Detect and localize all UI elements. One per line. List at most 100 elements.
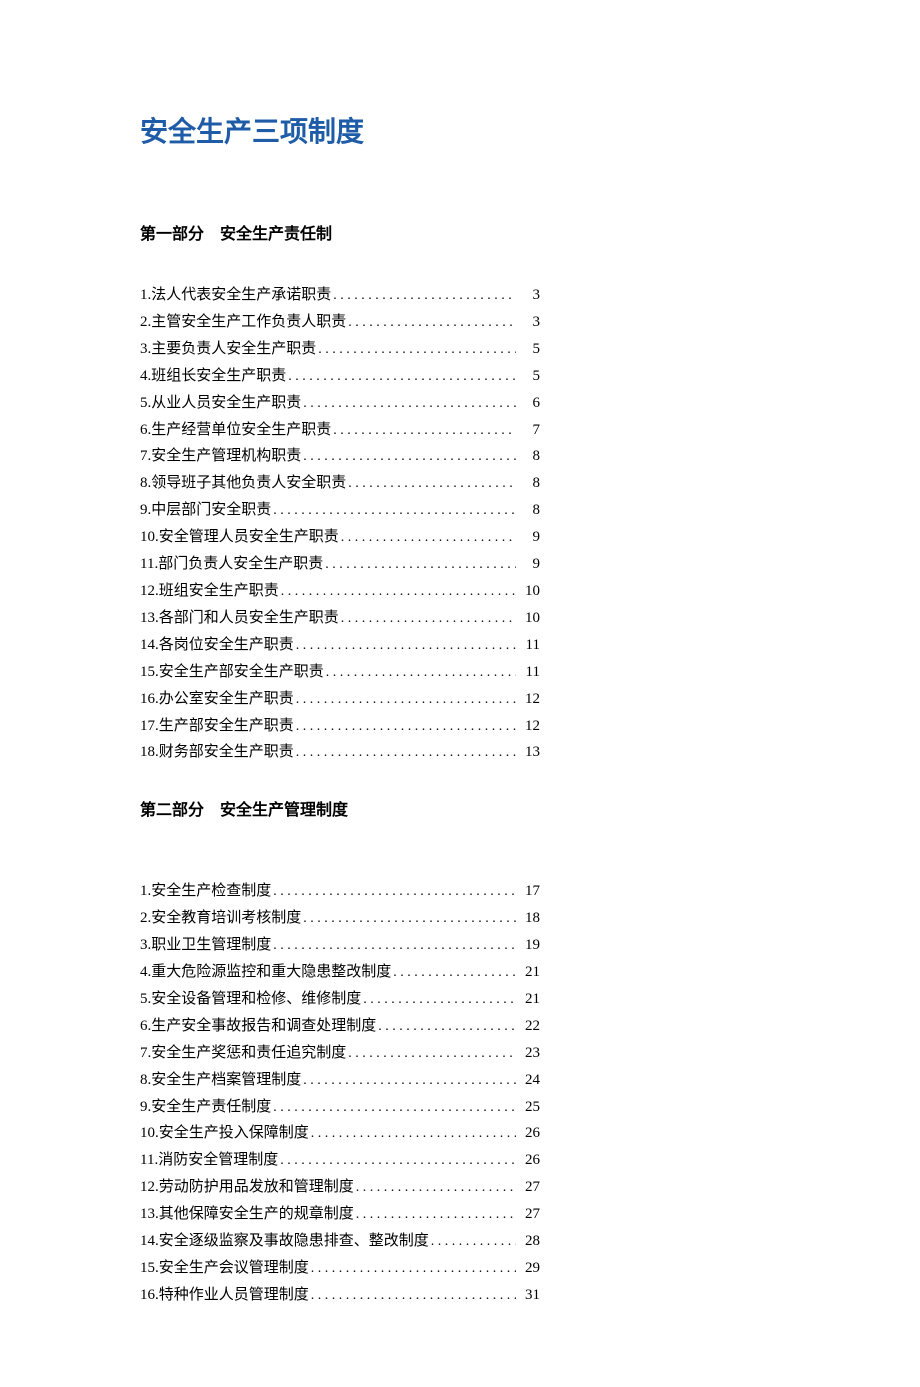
toc-item: 6. 生产安全事故报告和调查处理制度22	[140, 1013, 540, 1040]
toc-item-label: 安全管理人员安全生产职责	[159, 524, 339, 551]
section-2: 第二部分 安全生产管理制度 1. 安全生产检查制度 17 2. 安全教育培训考核制度…	[140, 796, 780, 1309]
toc-item-page: 27	[516, 1201, 540, 1228]
toc-item-page: 3	[516, 282, 540, 309]
toc-item-label: 中层部门安全职责	[151, 497, 271, 524]
toc-item-number: 11.	[140, 551, 158, 578]
toc-item: 1. 法人代表安全生产承诺职责3	[140, 282, 540, 309]
toc-item-number: 2.	[140, 905, 151, 932]
toc-item-label: 安全生产检查制度	[151, 878, 271, 905]
toc-item: 9. 安全生产责任制度25	[140, 1094, 540, 1121]
toc-item-label: 安全生产奖惩和责任追究制度	[151, 1040, 346, 1067]
toc-item: 4. 重大危险源监控和重大隐患整改制度 21	[140, 959, 540, 986]
toc-item-number: 4.	[140, 363, 151, 390]
toc-item-number: 4.	[140, 959, 151, 986]
toc-item-label: 从业人员安全生产职责	[151, 390, 301, 417]
toc-item-number: 1.	[140, 878, 151, 905]
toc-item: 16. 特种作业人员管理制度31	[140, 1282, 540, 1309]
toc-item: 14. 各岗位安全生产职责11	[140, 632, 540, 659]
toc-item-label: 班组长安全生产职责	[151, 363, 286, 390]
toc-item-label: 各部门和人员安全生产职责	[159, 605, 339, 632]
toc-dots	[354, 1201, 516, 1228]
toc-item-label: 各岗位安全生产职责	[159, 632, 294, 659]
toc-item-page: 3	[516, 309, 540, 336]
toc-item-number: 10.	[140, 524, 159, 551]
toc-item-page: 19	[516, 932, 540, 959]
toc-item-number: 15.	[140, 659, 159, 686]
toc-item: 8. 安全生产档案管理制度24	[140, 1067, 540, 1094]
toc-dots	[429, 1228, 516, 1255]
toc-item-page: 8	[516, 497, 540, 524]
toc-item-label: 消防安全管理制度	[158, 1147, 278, 1174]
toc-item-page: 5	[516, 363, 540, 390]
toc-dots	[361, 986, 516, 1013]
toc-item-page: 17	[516, 878, 540, 905]
toc-item-page: 22	[516, 1013, 540, 1040]
toc-item-label: 办公室安全生产职责	[159, 686, 294, 713]
toc-item-page: 27	[516, 1174, 540, 1201]
toc-item: 15. 安全生产会议管理制度29	[140, 1255, 540, 1282]
toc-item-number: 1.	[140, 282, 151, 309]
toc-item: 4. 班组长安全生产职责 5	[140, 363, 540, 390]
toc-dots	[391, 959, 516, 986]
toc-item: 14. 安全逐级监察及事故隐患排查、整改制度28	[140, 1228, 540, 1255]
toc-dots	[346, 470, 516, 497]
toc-item: 3. 主要负责人安全生产职责5	[140, 336, 540, 363]
toc-item: 13. 其他保障安全生产的规章制度27	[140, 1201, 540, 1228]
toc-dots	[279, 578, 516, 605]
section-1-header: 第一部分 安全生产责任制	[140, 220, 780, 244]
toc-item-label: 主要负责人安全生产职责	[151, 336, 316, 363]
toc-dots	[271, 497, 516, 524]
toc-item-page: 21	[516, 959, 540, 986]
toc-item-page: 26	[516, 1147, 540, 1174]
toc-dots	[294, 632, 516, 659]
toc-dots	[339, 605, 516, 632]
toc-item-number: 18.	[140, 739, 159, 766]
toc-dots	[294, 739, 516, 766]
toc-item-page: 8	[516, 443, 540, 470]
toc-dots	[286, 363, 516, 390]
toc-item-number: 7.	[140, 1040, 151, 1067]
toc-item-number: 3.	[140, 932, 151, 959]
toc-item-label: 安全教育培训考核制度	[151, 905, 301, 932]
toc-item-page: 12	[516, 686, 540, 713]
toc-item-number: 12.	[140, 1174, 159, 1201]
toc-item: 8. 领导班子其他负责人安全职责8	[140, 470, 540, 497]
toc-item-page: 7	[516, 417, 540, 444]
toc-item: 6. 生产经营单位安全生产职责7	[140, 417, 540, 444]
toc-item: 9. 中层部门安全职责8	[140, 497, 540, 524]
toc-item-label: 生产经营单位安全生产职责	[151, 417, 331, 444]
toc-dots	[309, 1120, 516, 1147]
toc-item-page: 29	[516, 1255, 540, 1282]
toc-item-page: 8	[516, 470, 540, 497]
toc-item-label: 安全生产部安全生产职责	[159, 659, 324, 686]
toc-item: 3. 职业卫生管理制度 19	[140, 932, 540, 959]
toc-item-label: 安全设备管理和检修、维修制度	[151, 986, 361, 1013]
toc-item-label: 职业卫生管理制度	[151, 932, 271, 959]
toc-item: 11. 消防安全管理制度26	[140, 1147, 540, 1174]
toc-dots	[316, 336, 516, 363]
toc-item-number: 17.	[140, 713, 159, 740]
toc-item: 1. 安全生产检查制度 17	[140, 878, 540, 905]
section-2-header: 第二部分 安全生产管理制度	[140, 796, 780, 820]
toc-item-label: 特种作业人员管理制度	[159, 1282, 309, 1309]
toc-item-page: 12	[516, 713, 540, 740]
toc-item-page: 9	[516, 551, 540, 578]
toc-item-number: 16.	[140, 686, 159, 713]
toc-item-number: 6.	[140, 1013, 151, 1040]
toc-item-label: 部门负责人安全生产职责	[158, 551, 323, 578]
toc-dots	[324, 659, 516, 686]
toc-item-label: 安全生产管理机构职责	[151, 443, 301, 470]
toc-item-number: 14.	[140, 632, 159, 659]
toc-item: 12. 劳动防护用品发放和管理制度27	[140, 1174, 540, 1201]
toc-item-page: 13	[516, 739, 540, 766]
toc-item-page: 26	[516, 1120, 540, 1147]
toc-item-label: 重大危险源监控和重大隐患整改制度	[151, 959, 391, 986]
toc-item-page: 6	[516, 390, 540, 417]
toc-item-label: 班组安全生产职责	[159, 578, 279, 605]
toc-item-number: 3.	[140, 336, 151, 363]
toc-dots	[271, 932, 516, 959]
toc-item-label: 安全生产责任制度	[151, 1094, 271, 1121]
toc-dots	[346, 309, 516, 336]
toc-item-number: 7.	[140, 443, 151, 470]
toc-item-number: 10.	[140, 1120, 159, 1147]
